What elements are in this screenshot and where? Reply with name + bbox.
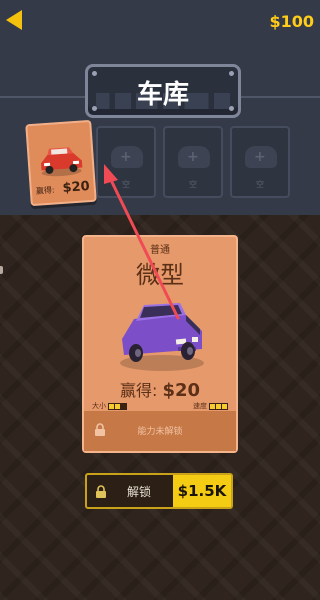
size-label: 大小: [92, 402, 106, 410]
earn-label: 赢得:: [119, 381, 158, 400]
title-plate: 车库: [85, 64, 241, 118]
owned-car-card[interactable]: 赢得: $20: [25, 119, 97, 207]
size-level-pips: [108, 402, 127, 410]
empty-slot-3[interactable]: + 空: [230, 126, 290, 198]
rarity-label: 普通: [150, 245, 170, 256]
level-pip: [121, 403, 126, 409]
unlock-button[interactable]: 解锁 $1.5K: [85, 473, 233, 509]
slot-label: 空: [122, 180, 130, 189]
plus-icon: +: [187, 149, 199, 165]
plus-icon: +: [254, 149, 266, 165]
page-title: 车库: [136, 80, 189, 110]
car-detail-card: 普通 微型 赢得: $20 大小 速度 能力未解锁: [82, 235, 238, 453]
ability-locked-bar: 能力未解锁: [84, 411, 236, 451]
slot-label: 空: [256, 180, 264, 189]
side-scroll-handle[interactable]: [0, 266, 3, 274]
money-counter: $100: [269, 12, 314, 31]
speed-level-pips: [209, 402, 228, 410]
slot-label: 空: [189, 180, 197, 189]
level-pip: [216, 403, 221, 409]
ability-locked-text: 能力未解锁: [137, 427, 183, 437]
unlock-button-label: 解锁: [127, 485, 152, 499]
red-car-icon: [40, 147, 83, 177]
size-stat: 大小: [92, 401, 127, 411]
lock-icon: [96, 485, 106, 498]
level-pip: [210, 403, 215, 409]
speed-stat: 速度: [193, 401, 228, 411]
empty-slot-1[interactable]: + 空: [96, 126, 156, 198]
car-earnings: 赢得: $20: [84, 377, 236, 401]
level-pip: [222, 403, 227, 409]
owned-car-earnings: 赢得: $20: [35, 179, 91, 198]
earn-value: $20: [162, 380, 201, 401]
unlock-price: $1.5K: [173, 475, 231, 507]
level-pip: [109, 403, 114, 409]
speed-label: 速度: [193, 402, 207, 410]
car-name: 微型: [136, 261, 184, 289]
empty-slot-2[interactable]: + 空: [163, 126, 223, 198]
plus-icon: +: [120, 149, 132, 165]
purple-car-icon: [120, 303, 204, 371]
back-arrow-icon[interactable]: [6, 10, 22, 30]
earn-value: $20: [62, 179, 91, 196]
earn-label: 赢得:: [35, 185, 55, 196]
level-pip: [115, 403, 120, 409]
